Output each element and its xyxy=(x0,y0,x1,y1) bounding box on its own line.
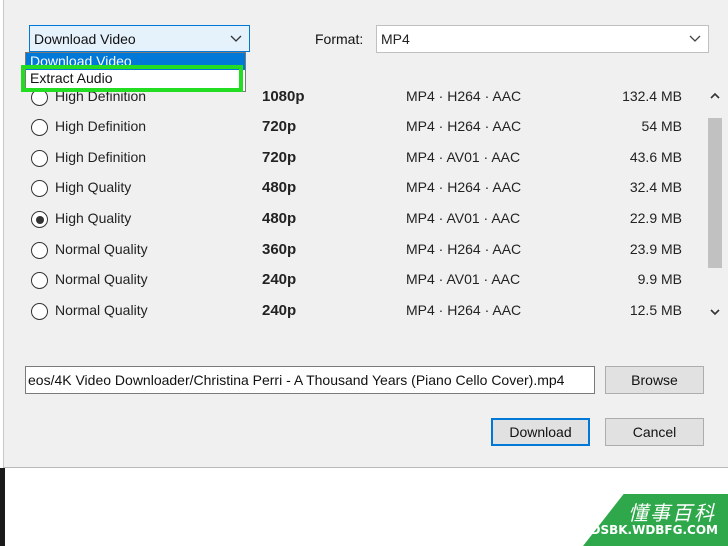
radio-button[interactable] xyxy=(31,150,48,167)
resolution-label: 480p xyxy=(262,210,297,227)
size-label: 9.9 MB xyxy=(637,271,682,287)
browse-button[interactable]: Browse xyxy=(605,366,704,394)
quality-label: Normal Quality xyxy=(55,271,148,287)
chevron-down-icon xyxy=(230,35,242,42)
quality-row[interactable]: Normal Quality 360p MP4 · H264 · AAC 23.… xyxy=(22,235,706,265)
codec-label: MP4 · H264 · AAC xyxy=(406,241,522,257)
format-label: Format: xyxy=(315,31,364,47)
radio-button[interactable] xyxy=(31,303,48,320)
size-label: 132.4 MB xyxy=(622,88,682,104)
codec-label: MP4 · AV01 · AAC xyxy=(406,210,521,226)
resolution-label: 360p xyxy=(262,241,297,258)
cancel-button[interactable]: Cancel xyxy=(605,418,704,446)
scroll-down-icon[interactable] xyxy=(705,302,725,322)
mode-select[interactable]: Download Video xyxy=(29,25,250,52)
mode-dropdown-list: Download Video Extract Audio xyxy=(25,52,246,92)
format-select[interactable]: MP4 xyxy=(376,25,709,53)
size-label: 43.6 MB xyxy=(629,149,682,165)
quality-row[interactable]: High Definition 720p MP4 · AV01 · AAC 43… xyxy=(22,143,706,173)
quality-row[interactable]: High Definition 720p MP4 · H264 · AAC 54… xyxy=(22,112,706,142)
quality-row[interactable]: Normal Quality 240p MP4 · AV01 · AAC 9.9… xyxy=(22,265,706,295)
quality-row[interactable]: High Quality 480p MP4 · AV01 · AAC 22.9 … xyxy=(22,204,706,234)
scroll-up-icon[interactable] xyxy=(705,86,725,106)
codec-label: MP4 · AV01 · AAC xyxy=(406,149,521,165)
dropdown-option-extract-audio[interactable]: Extract Audio xyxy=(26,70,245,87)
quality-row[interactable]: Normal Quality 240p MP4 · H264 · AAC 12.… xyxy=(22,296,706,326)
resolution-label: 240p xyxy=(262,302,297,319)
size-label: 23.9 MB xyxy=(629,241,682,257)
radio-button[interactable] xyxy=(31,242,48,259)
resolution-label: 1080p xyxy=(262,88,305,105)
size-label: 54 MB xyxy=(641,118,682,134)
scrollbar-thumb[interactable] xyxy=(708,118,722,268)
size-label: 32.4 MB xyxy=(629,179,682,195)
radio-button[interactable] xyxy=(31,119,48,136)
codec-label: MP4 · H264 · AAC xyxy=(406,118,522,134)
format-select-value: MP4 xyxy=(381,31,410,47)
quality-label: High Definition xyxy=(55,118,147,134)
quality-label: High Quality xyxy=(55,179,132,195)
chevron-down-icon xyxy=(689,35,701,42)
watermark-logo: 懂事百科 DSBK.WDBFG.COM xyxy=(583,494,728,546)
resolution-label: 720p xyxy=(262,149,297,166)
quality-list: High Definition 1080p MP4 · H264 · AAC 1… xyxy=(22,82,706,327)
watermark-url: DSBK.WDBFG.COM xyxy=(590,523,718,537)
resolution-label: 480p xyxy=(262,179,297,196)
radio-button-selected[interactable] xyxy=(31,211,48,228)
radio-button[interactable] xyxy=(31,180,48,197)
resolution-label: 240p xyxy=(262,271,297,288)
save-path-value: eos/4K Video Downloader/Christina Perri … xyxy=(28,372,565,388)
quality-label: Normal Quality xyxy=(55,241,148,257)
window-edge xyxy=(0,468,5,546)
quality-label: High Quality xyxy=(55,210,132,226)
quality-row[interactable]: High Quality 480p MP4 · H264 · AAC 32.4 … xyxy=(22,173,706,203)
resolution-label: 720p xyxy=(262,118,297,135)
size-label: 12.5 MB xyxy=(629,302,682,318)
codec-label: MP4 · H264 · AAC xyxy=(406,302,522,318)
scrollbar[interactable] xyxy=(705,84,725,324)
quality-label: Normal Quality xyxy=(55,302,148,318)
codec-label: MP4 · H264 · AAC xyxy=(406,179,522,195)
size-label: 22.9 MB xyxy=(629,210,682,226)
codec-label: MP4 · H264 · AAC xyxy=(406,88,522,104)
mode-select-value: Download Video xyxy=(34,31,136,47)
save-path-input[interactable]: eos/4K Video Downloader/Christina Perri … xyxy=(25,366,595,394)
codec-label: MP4 · AV01 · AAC xyxy=(406,271,521,287)
watermark-chinese-text: 懂事百科 xyxy=(628,501,716,525)
quality-label: High Definition xyxy=(55,149,147,165)
radio-button[interactable] xyxy=(31,272,48,289)
download-button[interactable]: Download xyxy=(491,418,590,446)
dropdown-option-download-video[interactable]: Download Video xyxy=(26,53,245,70)
